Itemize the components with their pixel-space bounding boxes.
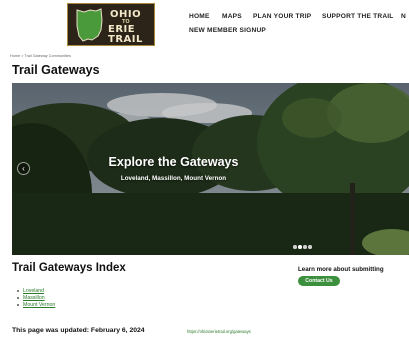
section-title-index: Trail Gateways Index bbox=[12, 262, 126, 274]
hero-image bbox=[12, 83, 409, 255]
hero-carousel: Explore the Gateways Loveland, Massillon… bbox=[12, 83, 409, 255]
chevron-left-icon: ‹ bbox=[22, 164, 25, 173]
page-title: Trail Gateways bbox=[12, 63, 100, 77]
index-link-loveland[interactable]: Loveland bbox=[23, 288, 44, 294]
carousel-dot[interactable] bbox=[293, 245, 297, 249]
contact-us-button[interactable]: Contact Us bbox=[298, 276, 340, 286]
logo-word-trail: TRAIL bbox=[108, 34, 143, 45]
learn-more-text: Learn more about submitting bbox=[298, 266, 384, 273]
carousel-dot[interactable] bbox=[303, 245, 307, 249]
bullet-icon bbox=[17, 297, 19, 299]
site-header: OHIO TO ERIE TRAIL HOME MAPS PLAN YOUR T… bbox=[0, 0, 409, 52]
carousel-dot[interactable] bbox=[308, 245, 312, 249]
index-link-massillon[interactable]: Massillon bbox=[23, 295, 45, 301]
breadcrumb-current: Trail Gateway Communities bbox=[24, 54, 71, 58]
carousel-dot[interactable] bbox=[298, 245, 302, 249]
site-logo[interactable]: OHIO TO ERIE TRAIL bbox=[67, 3, 155, 46]
breadcrumb: Home > Trail Gateway Communities bbox=[10, 54, 71, 58]
nav-new-member-signup[interactable]: NEW MEMBER SIGNUP bbox=[189, 27, 266, 34]
page-updated-label: This page was updated: February 6, 2024 bbox=[12, 327, 145, 334]
nav-plan-your-trip[interactable]: PLAN YOUR TRIP bbox=[253, 13, 311, 20]
nav-support-the-trail[interactable]: SUPPORT THE TRAIL bbox=[322, 13, 394, 20]
bullet-icon bbox=[17, 290, 19, 292]
page-url-link[interactable]: https://ohiotoerietrail.org/gateways bbox=[187, 329, 251, 334]
bullet-icon bbox=[17, 304, 19, 306]
breadcrumb-home[interactable]: Home bbox=[10, 54, 20, 58]
carousel-prev-button[interactable]: ‹ bbox=[17, 162, 30, 175]
hero-subheading: Loveland, Massillon, Mount Vernon bbox=[120, 175, 227, 182]
index-link-mount-vernon[interactable]: Mount Vernon bbox=[23, 302, 55, 308]
ohio-state-icon bbox=[76, 8, 103, 42]
nav-overflow-item[interactable]: N bbox=[401, 13, 406, 20]
nav-home[interactable]: HOME bbox=[189, 13, 210, 20]
hero-heading: Explore the Gateways bbox=[108, 155, 239, 169]
nav-maps[interactable]: MAPS bbox=[222, 13, 242, 20]
